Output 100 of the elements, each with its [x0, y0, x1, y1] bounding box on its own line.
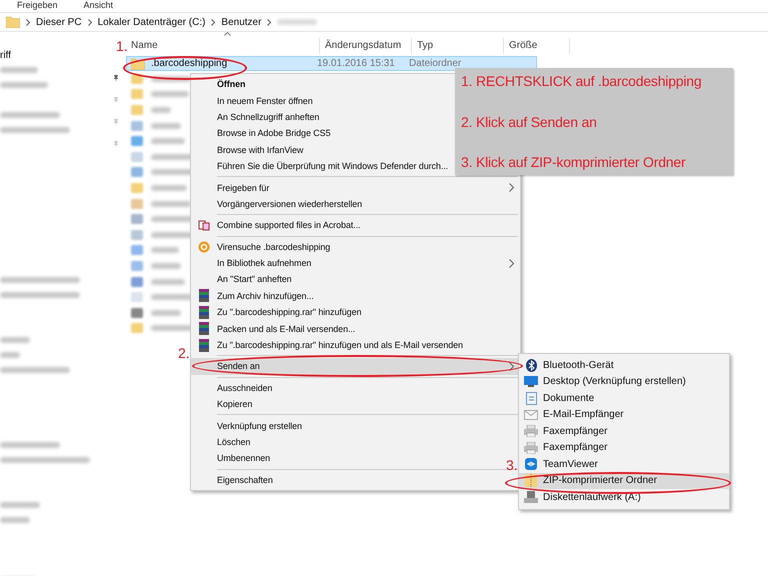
monitor-icon: [524, 376, 538, 388]
menu-item[interactable]: Vorgängerversionen wiederherstellen: [191, 196, 520, 212]
chevron-icon: [267, 18, 272, 26]
blurred-text: [277, 19, 318, 25]
menu-item[interactable]: Zu ".barcodeshipping.rar" hinzufügen: [191, 304, 520, 320]
blurred-icon: [131, 120, 143, 131]
blurred-text: [151, 184, 187, 191]
blurred-text: [151, 262, 181, 269]
blurred-icon: [131, 74, 143, 84]
chevron-icon: [88, 18, 92, 26]
menu-item[interactable]: Bluetooth-Gerät: [519, 357, 729, 374]
menu-item[interactable]: Virensuche .barcodeshipping: [191, 238, 520, 255]
blurred-text: [0, 336, 30, 342]
file-type: Dateiordner: [409, 58, 462, 69]
blurred-icon: [131, 245, 143, 256]
nav-item[interactable]: riff: [0, 50, 108, 62]
bluetooth-icon: [526, 358, 536, 372]
blurred-icon: [131, 89, 143, 100]
blurred-text: [0, 442, 60, 448]
blurred-text: [0, 516, 30, 522]
books-icon: [198, 289, 210, 302]
chevron-icon: [26, 18, 30, 26]
blurred-icon: [131, 167, 143, 178]
breadcrumb[interactable]: Lokaler Datenträger (C:): [98, 16, 206, 28]
column-header[interactable]: Größe: [504, 38, 570, 54]
file-name: .barcodeshipping: [151, 58, 228, 69]
column-header[interactable]: Typ: [412, 38, 504, 54]
menu-item[interactable]: Faxempfänger: [519, 440, 729, 456]
blurred-text: [151, 310, 181, 316]
blurred-icon: [131, 260, 143, 271]
menu-item[interactable]: Desktop (Verknüpfung erstellen): [519, 374, 729, 390]
blurred-icon: [131, 214, 143, 224]
menu-item[interactable]: Zum Archiv hinzufügen...: [191, 288, 520, 304]
books-icon: [198, 338, 210, 352]
blurred-icon: [131, 292, 143, 302]
blurred-text: [0, 366, 70, 372]
instruction-text: 3. Klick auf ZIP-komprimierter Ordner: [461, 154, 686, 170]
menu-item[interactable]: ZIP-komprimierter Ordner: [519, 472, 729, 489]
blurred-text: [0, 66, 38, 72]
zip-folder-icon: [525, 474, 537, 488]
breadcrumb[interactable]: Dieser PC: [36, 16, 82, 28]
file-row[interactable]: .barcodeshipping 19.01.2016 15:31 Dateiordner: [126, 56, 537, 71]
menu-item[interactable]: Freigeben für: [191, 179, 520, 196]
menu-item[interactable]: Packen und als E-Mail versenden...: [191, 320, 520, 337]
menu-item[interactable]: Löschen: [191, 434, 520, 450]
chevron-icon: [211, 18, 216, 26]
document-icon: [526, 392, 536, 405]
breadcrumb[interactable]: Benutzer: [221, 16, 262, 28]
blurred-text: [151, 138, 185, 144]
column-header[interactable]: Änderungsdatum: [320, 38, 412, 54]
address-bar[interactable]: Dieser PC Lokaler Datenträger (C:) Benutzer: [0, 12, 768, 32]
blurred-icon: [131, 323, 143, 334]
menu-item[interactable]: Faxempfänger: [519, 423, 729, 440]
menu-item[interactable]: Kopieren: [191, 396, 520, 412]
folder-icon: [131, 58, 145, 70]
ribbon-tab[interactable]: Freigeben: [17, 0, 58, 10]
printer-icon: [524, 425, 538, 438]
blurred-text: [151, 247, 179, 254]
blurred-icon: [131, 276, 143, 287]
menu-item[interactable]: Combine supported files in Acrobat...: [191, 217, 520, 234]
instruction-text: 1. RECHTSKLICK auf .barcodeshipping: [461, 73, 702, 89]
blurred-icon: [131, 104, 143, 115]
document-icon: [198, 219, 210, 232]
file-date: 19.01.2016 15:31: [317, 58, 396, 69]
envelope-icon: [524, 410, 538, 420]
blurred-icon: [131, 308, 143, 318]
sort-caret-icon: [224, 32, 231, 36]
blurred-text: [0, 82, 48, 88]
column-header[interactable]: Name: [126, 38, 320, 54]
instruction-text: 2. Klick auf Senden an: [461, 114, 598, 130]
drive-icon: [524, 491, 538, 504]
books-icon: [198, 322, 210, 336]
blurred-icon: [131, 230, 143, 240]
blurred-text: [0, 112, 60, 118]
menu-item[interactable]: Zu ".barcodeshipping.rar" hinzufügen und als E-Mail versenden: [191, 336, 520, 354]
menu-item[interactable]: Dokumente: [519, 390, 729, 406]
step-number: 3.: [506, 457, 518, 473]
blurred-text: [151, 278, 185, 285]
menu-item[interactable]: An "Start" anheften: [191, 271, 520, 288]
menu-item[interactable]: Verknüpfung erstellen: [191, 417, 520, 434]
blurred-text: [151, 122, 181, 129]
books-icon: [198, 306, 210, 319]
blurred-icon: [131, 198, 143, 209]
menu-item[interactable]: Senden an: [191, 358, 520, 375]
menu-item[interactable]: TeamViewer: [519, 456, 729, 472]
blurred-icon: [131, 152, 143, 162]
step-number: 1.: [116, 38, 128, 54]
blurred-text: [0, 126, 70, 132]
menu-item[interactable]: E-Mail-Empfänger: [519, 406, 729, 423]
ribbon-tab[interactable]: Ansicht: [84, 0, 114, 10]
menu-item[interactable]: In Bibliothek aufnehmen: [191, 254, 520, 272]
printer-icon: [524, 442, 538, 454]
folder-icon: [6, 16, 20, 28]
blurred-text: [151, 106, 171, 113]
step-number: 2.: [178, 345, 190, 361]
blurred-icon: [131, 182, 143, 193]
menu-item[interactable]: Ausschneiden: [191, 380, 520, 396]
blurred-text: [0, 502, 40, 508]
pin-icon[interactable]: [112, 74, 120, 82]
blurred-icon: [131, 136, 143, 146]
